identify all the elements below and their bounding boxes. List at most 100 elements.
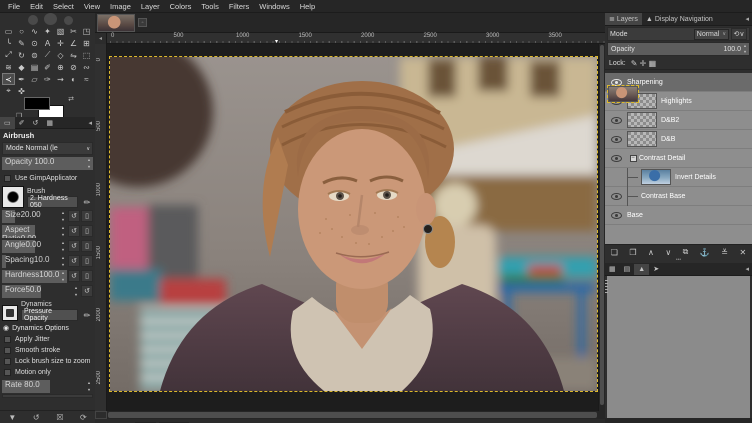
use-gimpapplicator-checkbox[interactable]: Use GimpApplicator: [2, 173, 93, 184]
display-navigation-tab[interactable]: ▲Display Navigation: [642, 14, 717, 25]
align-tool[interactable]: ✜: [15, 85, 28, 97]
hardness-slider[interactable]: Hardness100.0▴▾: [2, 270, 67, 283]
horizontal-ruler[interactable]: 0500100015002000250030003500▾: [107, 33, 605, 44]
foreground-color-swatch[interactable]: [24, 97, 50, 110]
bucket-fill-tool[interactable]: ◆: [15, 61, 28, 73]
quick-mask-toggle[interactable]: [95, 411, 107, 419]
horizontal-scrollbar[interactable]: [107, 411, 605, 419]
image-tab-button[interactable]: ▫: [138, 18, 147, 27]
text-tool[interactable]: A: [41, 37, 54, 49]
spinner-icon[interactable]: ▴▾: [60, 226, 66, 237]
tool-options-tab[interactable]: ▭: [0, 117, 15, 129]
photo-image[interactable]: [110, 57, 597, 391]
crop-tool[interactable]: ⊞: [80, 37, 93, 49]
scissors-select-tool[interactable]: ✂: [67, 25, 80, 37]
collapse-group-icon[interactable]: −: [630, 155, 637, 162]
link-aspect-ratio-button[interactable]: ▯: [81, 225, 93, 237]
aspect-ratio-slider[interactable]: Aspect Ratio0.00▴▾: [2, 225, 67, 238]
link-angle-button[interactable]: ▯: [81, 240, 93, 252]
edit-dynamics-icon[interactable]: ✏: [81, 309, 93, 321]
gradient-tool[interactable]: ▤: [28, 61, 41, 73]
images-tab[interactable]: ▦: [42, 117, 57, 129]
device-status-tab[interactable]: ✐: [15, 117, 29, 129]
tab-configure-button[interactable]: ◂: [742, 15, 752, 23]
pencil-tool[interactable]: ✎: [15, 37, 28, 49]
motion-only-checkbox[interactable]: Motion only: [2, 367, 93, 378]
spinner-icon[interactable]: ▴▾: [60, 241, 66, 252]
layer-row[interactable]: −Contrast Detail: [605, 149, 752, 168]
menu-windows[interactable]: Windows: [254, 2, 294, 11]
raise-layer-button[interactable]: ∧: [648, 248, 654, 257]
heal-tool[interactable]: ⊘: [67, 61, 80, 73]
mypaint-brush-tool[interactable]: ✐: [41, 61, 54, 73]
new-layer-button[interactable]: ❏: [611, 248, 618, 257]
merge-layer-button[interactable]: ≚: [721, 248, 728, 257]
clipped-slider[interactable]: [2, 394, 93, 398]
menu-select[interactable]: Select: [48, 2, 79, 11]
reset-force-button[interactable]: ↺: [81, 285, 93, 297]
warp-transform-tool[interactable]: ≋: [2, 61, 15, 73]
menu-help[interactable]: Help: [295, 2, 320, 11]
spacing-slider[interactable]: Spacing10.0▴▾: [2, 255, 67, 268]
flip-tool[interactable]: ⇋: [67, 49, 80, 61]
foreground-select-tool[interactable]: ◳: [80, 25, 93, 37]
link-hardness-button[interactable]: ▯: [81, 270, 93, 282]
reset-angle-button[interactable]: ↺: [68, 240, 80, 252]
brush-preview-button[interactable]: [2, 186, 24, 208]
brush-name-field[interactable]: 2. Hardness 050: [27, 196, 78, 208]
eraser-tool[interactable]: ▱: [28, 73, 41, 85]
reset-size-button[interactable]: ↺: [68, 210, 80, 222]
visibility-toggle[interactable]: [605, 79, 627, 86]
error-console-tab[interactable]: ▲: [634, 264, 649, 275]
spinner-icon[interactable]: ▴▾: [86, 381, 92, 392]
apply-jitter-checkbox[interactable]: Apply Jitter: [2, 334, 93, 345]
vertical-scrollbar[interactable]: [598, 44, 605, 411]
dynamics-preview-button[interactable]: [2, 305, 18, 321]
rotate-tool[interactable]: ↻: [15, 49, 28, 61]
blur-sharpen-tool[interactable]: ≈: [80, 73, 93, 85]
clone-tool[interactable]: ⊕: [54, 61, 67, 73]
zoom-tool[interactable]: ⊙: [28, 37, 41, 49]
reset-tool-options-button[interactable]: ⟳: [80, 413, 87, 422]
layers-tab[interactable]: ≣Layers: [605, 13, 642, 25]
ink-tool[interactable]: ✑: [41, 73, 54, 85]
new-layer-group-button[interactable]: ❐: [629, 248, 636, 257]
shear-tool[interactable]: ⟋: [41, 49, 54, 61]
ruler-corner-button[interactable]: ◂: [95, 33, 107, 44]
measure-tool[interactable]: ∠: [67, 37, 80, 49]
visibility-toggle[interactable]: [605, 136, 627, 143]
size-slider[interactable]: Size20.00▴▾: [2, 210, 67, 223]
layer-opacity-slider[interactable]: Opacity 100.0 ▴▾: [607, 42, 750, 56]
edit-brush-icon[interactable]: ✏: [81, 196, 93, 208]
fuzzy-select-tool[interactable]: ✦: [41, 25, 54, 37]
dynamics-name-field[interactable]: Pressure Opacity: [21, 309, 78, 321]
spinner-icon[interactable]: ▴▾: [60, 256, 66, 267]
unified-transform-tool[interactable]: ⤢: [2, 49, 15, 61]
smudge-tool[interactable]: ⇝: [54, 73, 67, 85]
reset-spacing-button[interactable]: ↺: [68, 255, 80, 267]
rectangle-select-tool[interactable]: ▭: [2, 25, 15, 37]
layer-row[interactable]: Invert Details: [605, 168, 752, 187]
paint-mode-select[interactable]: Mode Normal (le ∨: [2, 142, 93, 155]
spinner-icon[interactable]: ▴▾: [742, 44, 748, 54]
spinner-icon[interactable]: ▴▾: [60, 271, 66, 282]
layer-mode-select[interactable]: Normal ∨: [694, 29, 729, 40]
document-history-tab[interactable]: ▤: [620, 263, 635, 275]
link-spacing-button[interactable]: ▯: [81, 255, 93, 267]
visibility-toggle[interactable]: [605, 212, 627, 219]
vertical-ruler[interactable]: 05001000150020002500: [95, 44, 107, 411]
cage-transform-tool[interactable]: ⬚: [80, 49, 93, 61]
move-tool[interactable]: ✛: [54, 37, 67, 49]
mode-options-button[interactable]: ⟲∨: [731, 28, 747, 40]
link-size-button[interactable]: ▯: [81, 210, 93, 222]
paths-tool[interactable]: ╰: [2, 37, 15, 49]
visibility-toggle[interactable]: [605, 193, 627, 200]
undo-history-tab[interactable]: ↺: [29, 117, 43, 129]
restore-tool-preset-button[interactable]: ↺: [33, 413, 40, 422]
delete-tool-preset-button[interactable]: ☒: [56, 413, 63, 422]
menu-edit[interactable]: Edit: [25, 2, 48, 11]
smooth-stroke-checkbox[interactable]: Smooth stroke: [2, 345, 93, 356]
opacity-slider[interactable]: Opacity 100.0 ▴▾: [2, 157, 93, 170]
menu-tools[interactable]: Tools: [196, 2, 224, 11]
layer-row[interactable]: D&B: [605, 130, 752, 149]
